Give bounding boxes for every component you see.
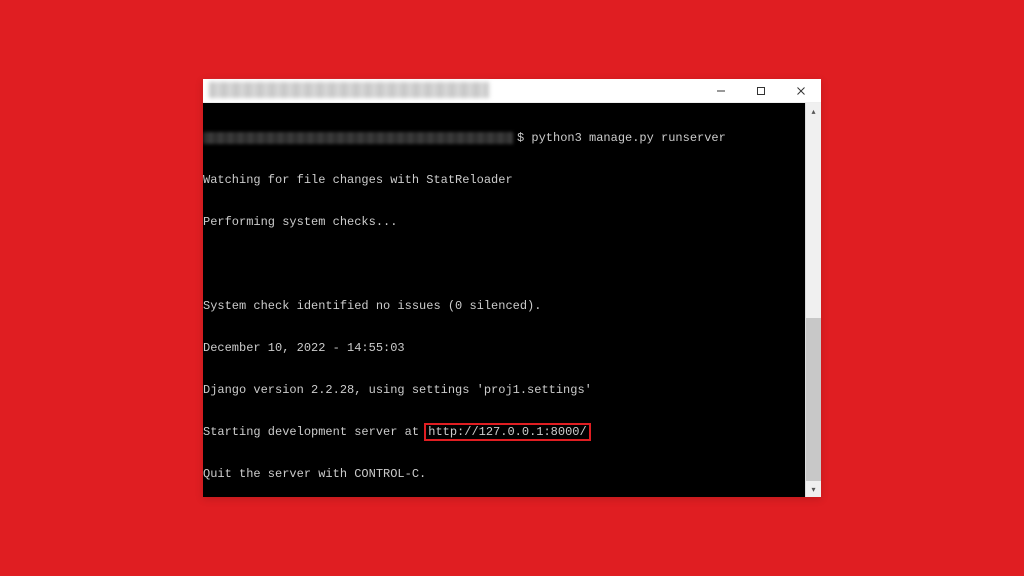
prompt-path-redacted bbox=[203, 132, 513, 144]
vertical-scrollbar[interactable]: ▴ ▾ bbox=[805, 103, 821, 497]
terminal-window: $ python3 manage.py runserver Watching f… bbox=[203, 79, 821, 497]
output-line: System check identified no issues (0 sil… bbox=[203, 299, 805, 313]
output-line bbox=[203, 257, 805, 271]
output-line: Quit the server with CONTROL-C. bbox=[203, 467, 805, 481]
entered-command: python3 manage.py runserver bbox=[531, 131, 725, 145]
window-controls bbox=[701, 79, 821, 102]
command-line: $ python3 manage.py runserver bbox=[203, 131, 805, 145]
prompt-dollar: $ bbox=[517, 131, 531, 145]
output-line: Starting development server at http://12… bbox=[203, 425, 805, 439]
scroll-up-arrow-icon[interactable]: ▴ bbox=[806, 103, 821, 119]
minimize-button[interactable] bbox=[701, 79, 741, 102]
server-line-prefix: Starting development server at bbox=[203, 425, 426, 439]
close-button[interactable] bbox=[781, 79, 821, 102]
maximize-button[interactable] bbox=[741, 79, 781, 102]
scroll-thumb[interactable] bbox=[806, 318, 821, 481]
output-line: December 10, 2022 - 14:55:03 bbox=[203, 341, 805, 355]
scroll-down-arrow-icon[interactable]: ▾ bbox=[806, 481, 821, 497]
window-title-redacted bbox=[209, 82, 489, 98]
output-line: Watching for file changes with StatReloa… bbox=[203, 173, 805, 187]
server-url-highlighted: http://127.0.0.1:8000/ bbox=[424, 423, 590, 441]
titlebar[interactable] bbox=[203, 79, 821, 103]
scroll-track[interactable] bbox=[806, 119, 821, 481]
terminal-output[interactable]: $ python3 manage.py runserver Watching f… bbox=[203, 103, 805, 497]
window-body: $ python3 manage.py runserver Watching f… bbox=[203, 103, 821, 497]
output-line: Performing system checks... bbox=[203, 215, 805, 229]
output-line: Django version 2.2.28, using settings 'p… bbox=[203, 383, 805, 397]
